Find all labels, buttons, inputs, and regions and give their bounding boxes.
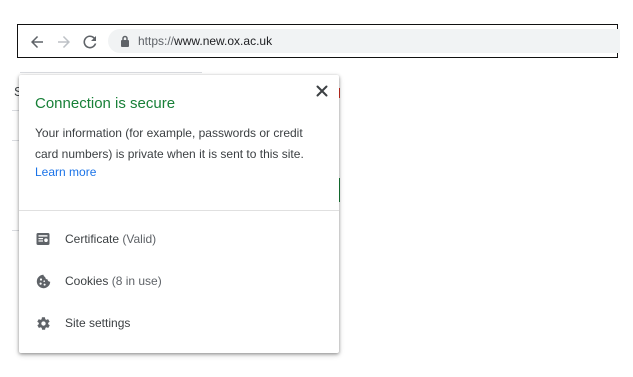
certificate-icon — [35, 231, 51, 247]
lock-icon[interactable] — [118, 34, 132, 48]
url-text: https://www.new.ox.ac.uk — [138, 33, 272, 49]
site-settings-label: Site settings — [65, 316, 131, 330]
back-button[interactable] — [26, 31, 48, 53]
certificate-text: Certificate — [65, 232, 120, 246]
browser-window: https://www.new.ox.ac.uk S Connection is… — [0, 0, 633, 377]
reload-icon — [83, 35, 97, 49]
popup-divider — [19, 210, 339, 211]
cookies-row[interactable]: Cookies (8 in use) — [19, 264, 339, 298]
url-scheme: https:// — [138, 34, 175, 48]
certificate-label: Certificate (Valid) — [65, 231, 156, 247]
url-host: www.new.ox.ac.uk — [174, 34, 273, 48]
arrow-left-icon — [31, 36, 43, 48]
cookies-count: (8 in use) — [111, 274, 162, 288]
browser-toolbar: https://www.new.ox.ac.uk — [17, 24, 620, 58]
forward-button[interactable] — [53, 31, 75, 53]
gear-icon — [35, 315, 51, 331]
certificate-row[interactable]: Certificate (Valid) — [19, 222, 339, 256]
reload-button[interactable] — [79, 31, 101, 53]
page-divider — [20, 72, 202, 73]
close-button[interactable] — [314, 83, 330, 99]
cookies-label: Cookies (8 in use) — [65, 273, 162, 289]
close-icon — [316, 85, 328, 97]
cookie-icon — [35, 273, 51, 289]
arrow-right-icon — [58, 36, 70, 48]
cookies-text: Cookies — [65, 274, 109, 288]
site-settings-row[interactable]: Site settings — [19, 306, 339, 340]
popup-title: Connection is secure — [35, 95, 176, 112]
site-info-popup: Connection is secure Your information (f… — [19, 75, 339, 353]
security-description: Your information (for example, passwords… — [35, 126, 304, 161]
learn-more-link[interactable]: Learn more — [35, 163, 96, 181]
address-bar[interactable]: https://www.new.ox.ac.uk — [108, 29, 620, 53]
certificate-status: (Valid) — [122, 232, 157, 246]
